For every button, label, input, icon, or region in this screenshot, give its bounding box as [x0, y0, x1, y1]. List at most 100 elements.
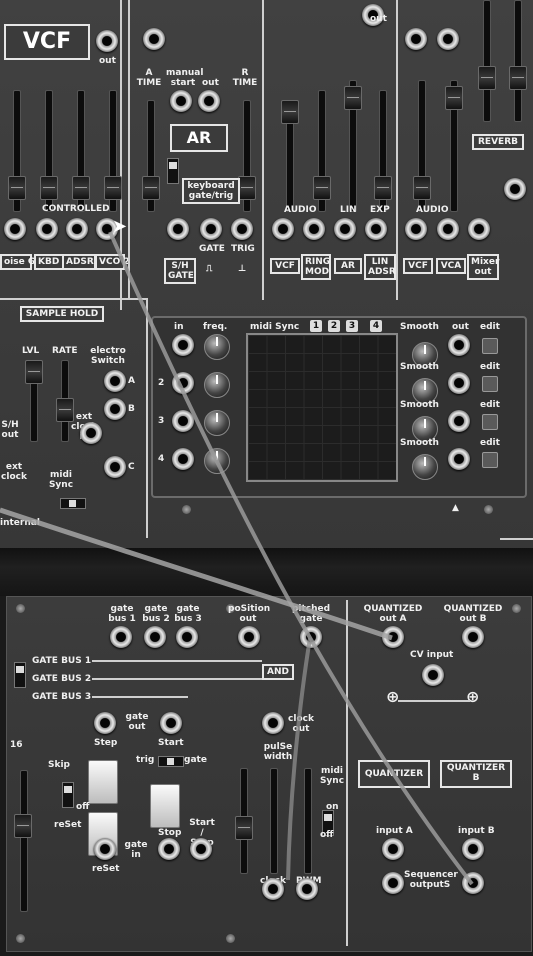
ar-mode-switch[interactable] [167, 158, 179, 184]
lfo-in-jack-2[interactable] [172, 372, 194, 394]
quant-out-b-jack[interactable] [462, 626, 484, 648]
sh-midi-sync-switch[interactable] [60, 498, 86, 509]
lfo-freq-knob-3[interactable] [204, 410, 230, 436]
seq-step-button[interactable] [88, 760, 118, 804]
ar-out-jack[interactable] [198, 90, 220, 112]
mixer-reverb-out-jack[interactable] [504, 178, 526, 200]
vcf-fader-3[interactable] [72, 176, 90, 200]
vcf-fader-4[interactable] [104, 176, 122, 200]
sh-internal-label: internal [0, 518, 40, 528]
mixer-fader-2[interactable] [445, 86, 463, 110]
mixer-top-jack-1[interactable] [405, 28, 427, 50]
seq-pulse-fader-1[interactable] [235, 816, 253, 840]
seq-midi-sync-label: midi Sync [319, 766, 345, 786]
vca-fader-1[interactable] [281, 100, 299, 124]
seq-gate-bus-1-jack[interactable] [110, 626, 132, 648]
panel-screw-top-mid [182, 505, 191, 514]
sh-lvl-fader[interactable] [25, 360, 43, 384]
vca-vcf-jack[interactable] [272, 218, 294, 240]
lfo-freq-knob-2[interactable] [204, 372, 230, 398]
seq-pitched-gate-jack[interactable] [300, 626, 322, 648]
seq-clock-jack[interactable] [262, 878, 284, 900]
sh-switch-a-jack[interactable] [104, 370, 126, 392]
lfo-edit-button-1[interactable] [482, 338, 498, 354]
lfo-edit-button-2[interactable] [482, 376, 498, 392]
seq-left-fader[interactable] [14, 814, 32, 838]
lfo-sync-button-4[interactable]: 4 [370, 320, 382, 332]
vcf-out-jack[interactable] [96, 30, 118, 52]
lfo-freq-knob-1[interactable] [204, 334, 230, 360]
sh-ext-clock-in-jack[interactable] [80, 422, 102, 444]
mixer-fader-3[interactable] [478, 66, 496, 90]
lfo-edit-button-4[interactable] [482, 452, 498, 468]
mixer-slider-track-4 [514, 0, 522, 122]
seq-start-stop-button[interactable] [150, 784, 180, 828]
sh-switch-c-jack[interactable] [104, 456, 126, 478]
seq-pwm-jack[interactable] [296, 878, 318, 900]
lfo-sync-button-3[interactable]: 3 [346, 320, 358, 332]
ar-sh-gate-jack[interactable] [167, 218, 189, 240]
quant-out-a-jack[interactable] [382, 626, 404, 648]
vcf-kbd-jack[interactable] [36, 218, 58, 240]
ar-top-jack[interactable] [143, 28, 165, 50]
seq-gate-bus-2-jack[interactable] [144, 626, 166, 648]
quant-input-b-jack[interactable] [462, 838, 484, 860]
ar-a-fader[interactable] [142, 176, 160, 200]
seq-clock-out-jack[interactable] [262, 712, 284, 734]
mixer-fader-1[interactable] [413, 176, 431, 200]
sh-switch-b-jack[interactable] [104, 398, 126, 420]
mixer-top-jack-2[interactable] [437, 28, 459, 50]
vcf-noise-jack[interactable] [4, 218, 26, 240]
ar-keyboard-label: keyboard gate/trig [182, 178, 240, 204]
mixer-vca-jack[interactable] [437, 218, 459, 240]
seq-bus-2-line [92, 678, 262, 680]
mixer-mixer-out-jack[interactable] [468, 218, 490, 240]
vcf-fader-1[interactable] [8, 176, 26, 200]
ar-gate-jack[interactable] [200, 218, 222, 240]
seq-gate-bus-3-jack[interactable] [176, 626, 198, 648]
lfo-out-jack-1[interactable] [448, 334, 470, 356]
vca-ar-jack[interactable] [334, 218, 356, 240]
mixer-vcf-jack[interactable] [405, 218, 427, 240]
mixer-fader-4[interactable] [509, 66, 527, 90]
lfo-smooth-knob-4[interactable] [412, 454, 438, 480]
lfo-freq-knob-4[interactable] [204, 448, 230, 474]
vcf-adsr-jack[interactable] [66, 218, 88, 240]
lfo-sync-button-2[interactable]: 2 [328, 320, 340, 332]
vca-fader-2[interactable] [313, 176, 331, 200]
lfo-eject-icon[interactable]: ▲ [452, 503, 459, 513]
vcf-fader-2[interactable] [40, 176, 58, 200]
vca-fader-3[interactable] [344, 86, 362, 110]
ar-title: AR [170, 124, 228, 152]
vca-linadsr-jack[interactable] [365, 218, 387, 240]
mixer-audio-label: AUDIO [416, 205, 449, 215]
seq-gate-in-jack[interactable] [158, 838, 180, 860]
vca-fader-4[interactable] [374, 176, 392, 200]
lfo-out-jack-2[interactable] [448, 372, 470, 394]
lfo-in-jack-4[interactable] [172, 448, 194, 470]
seq-position-out-jack[interactable] [238, 626, 260, 648]
lfo-in-jack-1[interactable] [172, 334, 194, 356]
lfo-sync-button-1[interactable]: 1 [310, 320, 322, 332]
quant-seq-out-b-jack[interactable] [462, 872, 484, 894]
quant-cv-input-jack[interactable] [422, 664, 444, 686]
ar-out-label: out [202, 78, 219, 88]
vca-ringmod-jack[interactable] [303, 218, 325, 240]
ar-manual-start-button[interactable] [170, 90, 192, 112]
quant-seq-out-a-jack[interactable] [382, 872, 404, 894]
lfo-edit-button-3[interactable] [482, 414, 498, 430]
quant-input-a-jack[interactable] [382, 838, 404, 860]
seq-start-stop-jack[interactable] [190, 838, 212, 860]
ar-r-fader[interactable] [238, 176, 256, 200]
lfo-display[interactable] [246, 333, 398, 482]
seq-bus-selector-switch[interactable] [14, 662, 26, 688]
lfo-in-jack-3[interactable] [172, 410, 194, 432]
seq-skip-switch[interactable] [62, 782, 74, 808]
seq-trig-gate-switch[interactable] [158, 756, 184, 767]
lfo-out-jack-4[interactable] [448, 448, 470, 470]
seq-step-jack[interactable] [94, 712, 116, 734]
lfo-out-jack-3[interactable] [448, 410, 470, 432]
seq-reset-jack[interactable] [94, 838, 116, 860]
ar-trig-jack[interactable] [231, 218, 253, 240]
seq-start-jack[interactable] [160, 712, 182, 734]
